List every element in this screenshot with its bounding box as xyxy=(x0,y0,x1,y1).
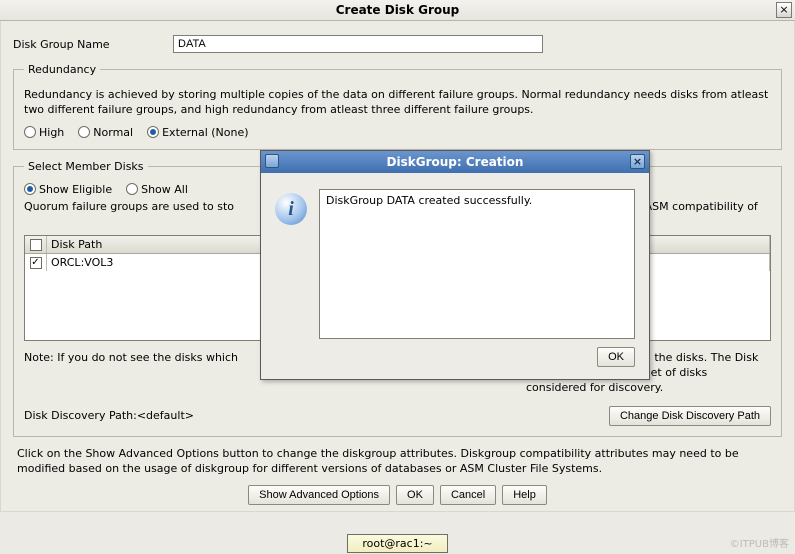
radio-label: High xyxy=(39,126,64,139)
show-advanced-options-button[interactable]: Show Advanced Options xyxy=(248,485,390,505)
redundancy-external-radio[interactable]: External (None) xyxy=(147,126,248,139)
disk-group-name-label: Disk Group Name xyxy=(13,38,173,51)
checkbox-icon xyxy=(30,239,42,251)
redundancy-group: Redundancy Redundancy is achieved by sto… xyxy=(13,63,782,150)
dialog-titlebar[interactable]: DiskGroup: Creation × xyxy=(261,151,649,173)
change-discovery-path-button[interactable]: Change Disk Discovery Path xyxy=(609,406,771,426)
header-checkbox-cell[interactable] xyxy=(25,236,47,253)
window-close-button[interactable]: × xyxy=(776,2,792,18)
redundancy-normal-radio[interactable]: Normal xyxy=(78,126,133,139)
dialog-system-icon xyxy=(265,154,279,168)
info-icon: i xyxy=(275,193,307,225)
row-checkbox[interactable] xyxy=(30,257,42,269)
dialog-title: DiskGroup: Creation xyxy=(387,155,524,169)
radio-label: Normal xyxy=(93,126,133,139)
note-text-left: Note: If you do not see the disks which xyxy=(24,351,238,396)
radio-icon xyxy=(147,126,159,138)
footer-text: Click on the Show Advanced Options butto… xyxy=(17,447,778,477)
redundancy-high-radio[interactable]: High xyxy=(24,126,64,139)
show-eligible-radio[interactable]: Show Eligible xyxy=(24,183,112,196)
redundancy-description: Redundancy is achieved by storing multip… xyxy=(24,88,771,118)
window-title: Create Disk Group xyxy=(336,3,460,17)
radio-label: Show All xyxy=(141,183,188,196)
discovery-path-label: Disk Discovery Path:<default> xyxy=(24,409,194,422)
radio-icon xyxy=(24,183,36,195)
cancel-button[interactable]: Cancel xyxy=(440,485,496,505)
member-disks-legend: Select Member Disks xyxy=(24,160,148,173)
taskbar-terminal-button[interactable]: root@rac1:~ xyxy=(347,534,447,553)
radio-icon xyxy=(78,126,90,138)
watermark: ©ITPUB博客 xyxy=(730,535,789,550)
dialog-close-button[interactable]: × xyxy=(630,154,645,169)
radio-label: External (None) xyxy=(162,126,248,139)
quorum-text-left: Quorum failure groups are used to sto xyxy=(24,200,234,230)
radio-icon xyxy=(126,183,138,195)
disk-group-name-input[interactable] xyxy=(173,35,543,53)
creation-dialog: DiskGroup: Creation × i DiskGroup DATA c… xyxy=(260,150,650,380)
window-titlebar: Create Disk Group × xyxy=(0,0,795,21)
radio-label: Show Eligible xyxy=(39,183,112,196)
radio-icon xyxy=(24,126,36,138)
dialog-message: DiskGroup DATA created successfully. xyxy=(319,189,635,339)
show-all-radio[interactable]: Show All xyxy=(126,183,188,196)
ok-button[interactable]: OK xyxy=(396,485,434,505)
dialog-ok-button[interactable]: OK xyxy=(597,347,635,367)
taskbar: root@rac1:~ xyxy=(0,532,795,554)
help-button[interactable]: Help xyxy=(502,485,547,505)
redundancy-legend: Redundancy xyxy=(24,63,100,76)
